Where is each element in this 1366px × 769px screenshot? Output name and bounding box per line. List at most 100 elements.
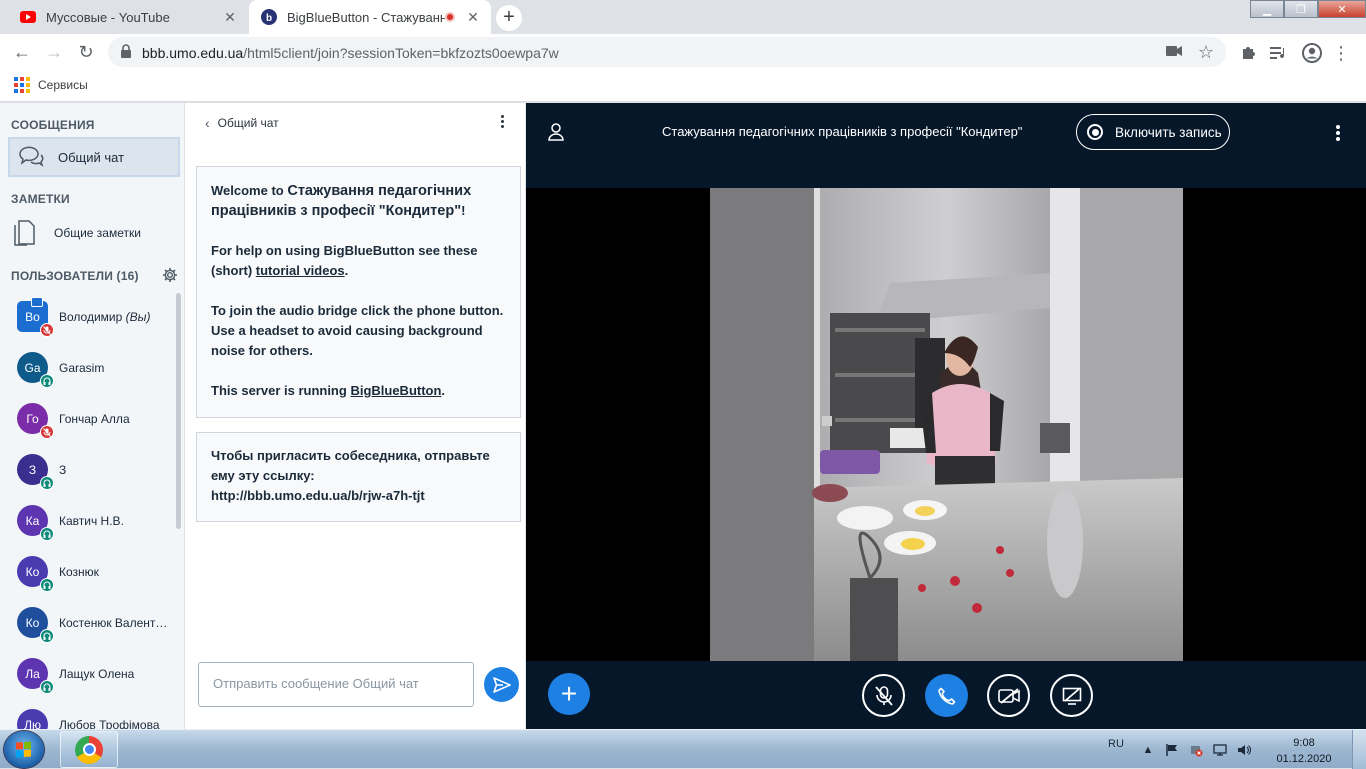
tab-bigbluebutton[interactable]: b BigBlueButton - Стажування п ✕ <box>249 0 491 34</box>
safely-remove-icon[interactable] <box>1188 742 1204 758</box>
show-desktop-button[interactable] <box>1352 730 1366 769</box>
bookmark-apps[interactable]: Сервисы <box>14 77 88 93</box>
forward-icon[interactable]: → <box>40 38 68 66</box>
user-list-scrollbar[interactable] <box>176 293 181 529</box>
headphones-icon <box>40 578 54 592</box>
user-list-item[interactable]: Ко Кознюк <box>0 546 176 597</box>
send-message-button[interactable] <box>484 667 519 702</box>
record-label: Включить запись <box>1115 124 1222 140</box>
options-menu-icon[interactable] <box>1336 125 1340 143</box>
notes-document-icon <box>12 219 36 247</box>
recording-indicator-icon <box>445 12 455 22</box>
webcam-video[interactable] <box>710 188 1183 661</box>
address-bar[interactable]: bbb.umo.edu.ua/html5client/join?sessionT… <box>108 37 1226 67</box>
avatar: Ла <box>17 658 54 694</box>
avatar: Ко <box>17 607 54 643</box>
user-name-text: Лащук Олена <box>59 666 135 681</box>
screenshare-off-icon[interactable] <box>1050 674 1093 717</box>
bbb-app: СООБЩЕНИЯ Общий чат ЗАМЕТКИ Общие заметк… <box>0 103 1366 729</box>
language-indicator[interactable]: RU <box>1108 738 1124 750</box>
avatar-initials: Ла <box>25 666 40 681</box>
actions-bar: + <box>526 661 1366 729</box>
start-recording-button[interactable]: Включить запись <box>1076 114 1230 150</box>
user-list-panel: СООБЩЕНИЯ Общий чат ЗАМЕТКИ Общие заметк… <box>0 103 185 729</box>
user-list-item[interactable]: Ла Лащук Олена <box>0 648 176 699</box>
reload-icon[interactable]: ↻ <box>72 38 100 66</box>
actions-plus-button[interactable]: + <box>548 673 590 715</box>
user-list-item[interactable]: Го Гончар Алла <box>0 393 176 444</box>
server-line: This server is running BigBlueButton. <box>211 381 506 401</box>
user-list-item[interactable]: ЗЗ <box>0 444 176 495</box>
bigbluebutton-icon: b <box>261 9 277 25</box>
bookmark-star-icon[interactable]: ☆ <box>1198 42 1214 63</box>
avatar-initials: Ga <box>24 360 41 375</box>
you-label: (Вы) <box>125 309 151 324</box>
youtube-icon <box>20 9 36 25</box>
chat-panel: ‹ Общий чат Welcome to Стажування педаго… <box>185 103 526 729</box>
chat-message-input[interactable]: Отправить сообщение Общий чат <box>198 662 474 707</box>
public-chat-item[interactable]: Общий чат <box>8 137 180 177</box>
windows-start-button[interactable] <box>4 731 44 768</box>
extensions-icon[interactable] <box>1237 42 1259 64</box>
camera-in-use-icon[interactable] <box>1166 44 1182 62</box>
bookmarks-bar: Сервисы <box>0 70 1366 102</box>
camera-off-icon[interactable] <box>987 674 1030 717</box>
user-name: Костенюк Валент… <box>59 616 175 630</box>
tutorial-videos-link[interactable]: tutorial videos <box>256 263 345 278</box>
close-window-icon[interactable]: ✕ <box>1318 0 1366 18</box>
avatar-initials: З <box>28 462 37 477</box>
avatar-initials: Ко <box>25 615 40 630</box>
tab-close-icon[interactable]: ✕ <box>465 9 481 26</box>
avatar-initials: Го <box>26 411 39 426</box>
bigbluebutton-link[interactable]: BigBlueButton <box>350 383 441 398</box>
action-center-flag-icon[interactable] <box>1164 742 1180 758</box>
phone-icon[interactable] <box>925 674 968 717</box>
user-name-text: Володимир <box>59 309 123 324</box>
apps-grid-icon <box>14 77 30 93</box>
chat-options-icon[interactable] <box>501 115 507 130</box>
user-list-item[interactable]: Во Володимир (Вы) <box>0 291 176 342</box>
user-list-item[interactable]: Лю Любов Трофімова <box>0 699 176 729</box>
server-prefix: This server is running <box>211 383 351 398</box>
tab-youtube[interactable]: Муссовые - YouTube ✕ <box>8 0 248 34</box>
shared-notes-item[interactable]: Общие заметки <box>12 219 141 247</box>
user-list-item[interactable]: Ко Костенюк Валент… <box>0 597 176 648</box>
chat-title: Общий чат <box>217 116 279 130</box>
system-clock[interactable]: 9:08 01.12.2020 <box>1274 735 1334 767</box>
microphone-muted-icon <box>40 425 54 439</box>
taskbar-chrome-button[interactable] <box>60 731 118 768</box>
clock-date: 01.12.2020 <box>1276 753 1332 765</box>
windows-taskbar: RU ▲ 9:08 01.12.2020 <box>0 729 1366 769</box>
gear-icon[interactable] <box>162 267 178 283</box>
user-list-item[interactable]: Ка Кавтич Н.В. <box>0 495 176 546</box>
volume-icon[interactable] <box>1236 742 1252 758</box>
restore-icon[interactable]: ❐ <box>1284 0 1318 18</box>
minimize-icon[interactable]: ▁ <box>1250 0 1284 18</box>
tab-close-icon[interactable]: ✕ <box>222 9 238 26</box>
invite-text: Чтобы пригласить собеседника, отправьте … <box>211 448 490 483</box>
media-control-icon[interactable] <box>1268 42 1290 64</box>
windows-logo-icon <box>16 741 32 758</box>
user-list-toggle-icon[interactable] <box>548 123 564 141</box>
lock-icon[interactable] <box>120 44 132 64</box>
headphones-icon <box>40 527 54 541</box>
back-icon[interactable]: ← <box>8 38 36 66</box>
invite-link[interactable]: http://bbb.umo.edu.ua/b/rjw-a7h-tjt <box>211 486 506 506</box>
chat-header-back[interactable]: ‹ Общий чат <box>205 115 279 131</box>
microphone-muted-icon[interactable] <box>862 674 905 717</box>
shared-notes-label: Общие заметки <box>54 226 141 240</box>
user-name-text: Костенюк Валент… <box>59 615 168 630</box>
network-icon[interactable] <box>1212 742 1228 758</box>
main-media-area: Стажування педагогічних працівників з пр… <box>526 103 1366 729</box>
profile-icon[interactable] <box>1301 42 1323 64</box>
user-name: Лащук Олена <box>59 667 175 681</box>
user-name: Володимир (Вы) <box>59 310 175 324</box>
new-tab-button[interactable]: + <box>496 5 522 31</box>
tray-expand-icon[interactable]: ▲ <box>1140 742 1156 758</box>
tab-title: BigBlueButton - Стажування п <box>287 9 445 25</box>
user-list-item[interactable]: Ga Garasim <box>0 342 176 393</box>
user-name: Кавтич Н.В. <box>59 514 175 528</box>
user-name-text: З <box>59 462 67 477</box>
browser-menu-icon[interactable]: ⋮ <box>1330 42 1352 64</box>
microphone-muted-icon <box>40 323 54 337</box>
